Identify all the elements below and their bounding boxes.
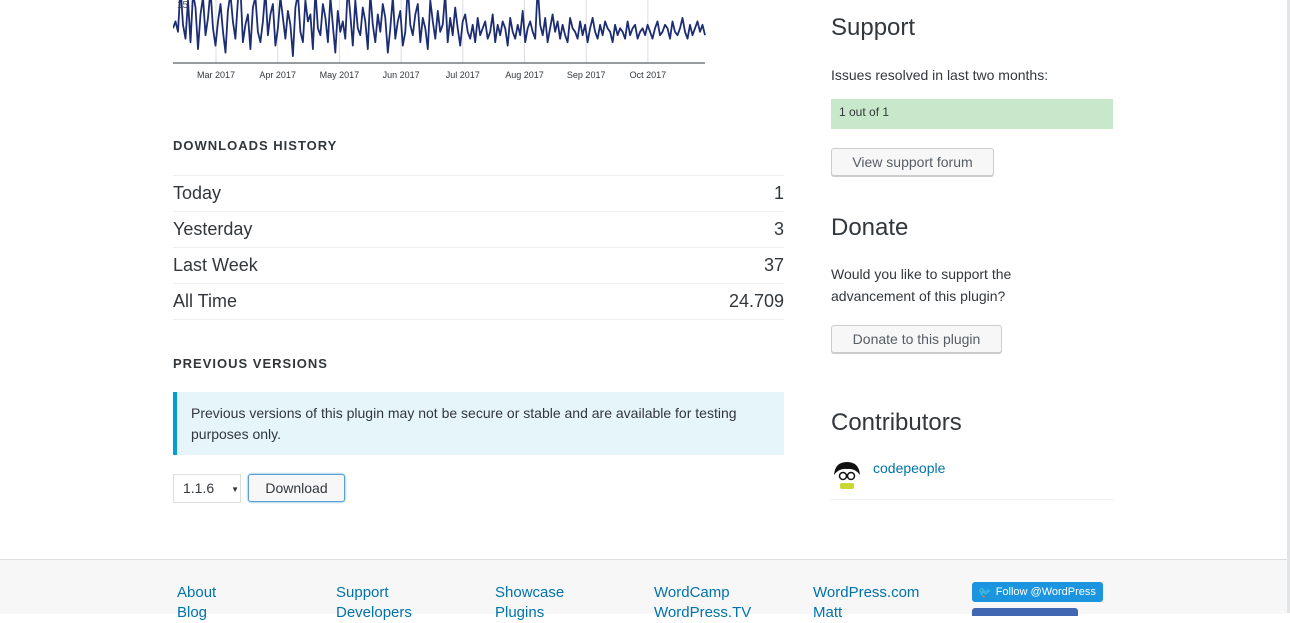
- stats-value: 1: [773, 183, 784, 203]
- footer-link-developers[interactable]: Developers: [336, 603, 412, 623]
- donate-text: Would you like to support the advancemen…: [831, 266, 1012, 304]
- donate-button[interactable]: Donate to this plugin: [831, 325, 1002, 353]
- footer-column: Showcase Plugins: [495, 583, 564, 623]
- footer-column: WordPress.com Matt: [813, 583, 919, 623]
- footer-link-blog[interactable]: Blog: [177, 603, 216, 623]
- contributor-link[interactable]: codepeople: [873, 460, 945, 476]
- x-tick-label: May 2017: [320, 70, 360, 80]
- download-button[interactable]: Download: [248, 474, 345, 502]
- stats-row-yesterday: Yesterday 3: [173, 211, 784, 247]
- x-tick-label: Oct 2017: [630, 70, 667, 80]
- footer-link-wordcamp[interactable]: WordCamp: [654, 583, 751, 603]
- footer-column: Support Developers: [336, 583, 412, 623]
- footer-link-support[interactable]: Support: [336, 583, 412, 603]
- stats-value: 37: [763, 255, 784, 275]
- contributors-heading: Contributors: [831, 409, 962, 436]
- footer-link-about[interactable]: About: [177, 583, 216, 603]
- footer-link-matt[interactable]: Matt: [813, 603, 919, 623]
- stats-label: Yesterday: [173, 219, 253, 239]
- x-tick-label: Apr 2017: [259, 70, 296, 80]
- footer-link-wordpress-com[interactable]: WordPress.com: [813, 583, 919, 603]
- stats-row-today: Today 1: [173, 175, 784, 211]
- previous-versions-title: PREVIOUS VERSIONS: [173, 356, 328, 371]
- x-tick-label: Aug 2017: [505, 70, 544, 80]
- stats-label: All Time: [173, 291, 238, 311]
- footer-link-plugins[interactable]: Plugins: [495, 603, 564, 623]
- dropdown-arrow-icon: ▼: [231, 485, 239, 494]
- version-select-value: 1.1.6: [183, 480, 215, 496]
- x-tick-label: Mar 2017: [197, 70, 235, 80]
- downloads-chart: Mar 2017 Apr 2017 May 2017 Jun 2017 Jul 2017…: [173, 0, 706, 80]
- x-tick-label: Jun 2017: [383, 70, 420, 80]
- site-footer: About Blog Support Developers Showcase P…: [0, 559, 1287, 621]
- resolved-progress-bar: 1 out of 1: [831, 99, 1113, 129]
- twitter-follow-button[interactable]: 🐦 Follow @WordPress: [972, 582, 1103, 602]
- view-support-forum-button[interactable]: View support forum: [831, 148, 994, 176]
- donate-heading: Donate: [831, 214, 909, 241]
- footer-column: WordCamp WordPress.TV: [654, 583, 751, 623]
- resolved-count: 1 out of 1: [839, 105, 890, 119]
- stats-label: Last Week: [173, 255, 258, 275]
- contributor-item[interactable]: codepeople: [831, 457, 1113, 500]
- support-text: Issues resolved in last two months:: [831, 67, 1049, 83]
- facebook-like-button[interactable]: [972, 608, 1078, 616]
- downloads-history-title: DOWNLOADS HISTORY: [173, 138, 338, 153]
- avatar: [831, 459, 863, 491]
- x-tick-label: Sep 2017: [567, 70, 606, 80]
- stats-row-last-week: Last Week 37: [173, 247, 784, 283]
- twitter-follow-label: Follow @WordPress: [995, 586, 1096, 598]
- footer-link-wordpress-tv[interactable]: WordPress.TV: [654, 603, 751, 623]
- downloads-table: Today 1 Yesterday 3 Last Week 37 All Tim…: [173, 175, 784, 320]
- stats-value: 3: [773, 219, 784, 239]
- x-tick-label: Jul 2017: [446, 70, 480, 80]
- stats-label: Today: [173, 183, 222, 203]
- footer-column: About Blog: [177, 583, 216, 623]
- support-heading: Support: [831, 14, 916, 41]
- stats-value: 24.709: [728, 291, 784, 311]
- footer-link-showcase[interactable]: Showcase: [495, 583, 564, 603]
- twitter-bird-icon: 🐦: [978, 586, 992, 599]
- stats-row-all-time: All Time 24.709: [173, 283, 784, 320]
- series-line: [173, 0, 706, 57]
- version-select[interactable]: 1.1.6 ▼: [173, 474, 241, 503]
- previous-versions-notice: Previous versions of this plugin may not…: [173, 392, 784, 455]
